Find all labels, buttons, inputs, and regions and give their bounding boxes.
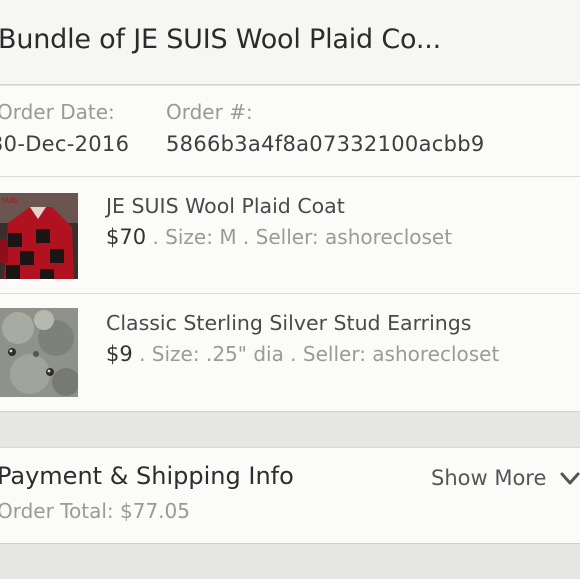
earrings-image <box>0 308 78 397</box>
coat-image: SUIS <box>0 193 78 279</box>
order-total: Order Total: $77.05 <box>0 499 190 523</box>
item-name[interactable]: JE SUIS Wool Plaid Coat <box>106 194 345 218</box>
order-date-value: 30-Dec-2016 <box>0 132 130 156</box>
svg-text:SUIS: SUIS <box>2 197 19 205</box>
order-meta: Order Date: 30-Dec-2016 Order #: 5866b3a… <box>0 86 580 177</box>
order-number-label: Order #: <box>166 100 253 124</box>
item-name[interactable]: Classic Sterling Silver Stud Earrings <box>106 311 471 335</box>
item-details: $70 . Size: M . Seller: ashorecloset <box>106 225 452 249</box>
order-date-label: Order Date: <box>0 100 115 124</box>
title-bar: Bundle of JE SUIS Wool Plaid Co... <box>0 0 580 85</box>
payment-shipping-title: Payment & Shipping Info <box>0 462 294 490</box>
item-price: $70 <box>106 225 147 249</box>
list-item[interactable]: Classic Sterling Silver Stud Earrings $9… <box>0 294 580 410</box>
earrings-thumbnail[interactable] <box>0 308 78 397</box>
item-details: $9 . Size: .25" dia . Seller: ashoreclos… <box>106 342 499 366</box>
item-size-seller: . Size: M . Seller: ashorecloset <box>146 225 453 249</box>
payment-shipping-panel: Payment & Shipping Info Show More Order … <box>0 447 580 544</box>
order-number-value: 5866b3a4f8a07332100acbb9 <box>166 132 485 156</box>
list-item[interactable]: SUIS JE SUIS Wool Plaid Coat $70 . Size:… <box>0 177 580 294</box>
order-details-panel: Order Date: 30-Dec-2016 Order #: 5866b3a… <box>0 86 580 412</box>
item-size-seller: . Size: .25" dia . Seller: ashorecloset <box>132 342 500 366</box>
chevron-down-icon[interactable] <box>559 468 580 490</box>
coat-thumbnail[interactable]: SUIS <box>0 193 78 279</box>
page-title: Bundle of JE SUIS Wool Plaid Co... <box>0 24 442 55</box>
item-price: $9 <box>106 342 133 366</box>
show-more-button[interactable]: Show More <box>431 466 546 490</box>
